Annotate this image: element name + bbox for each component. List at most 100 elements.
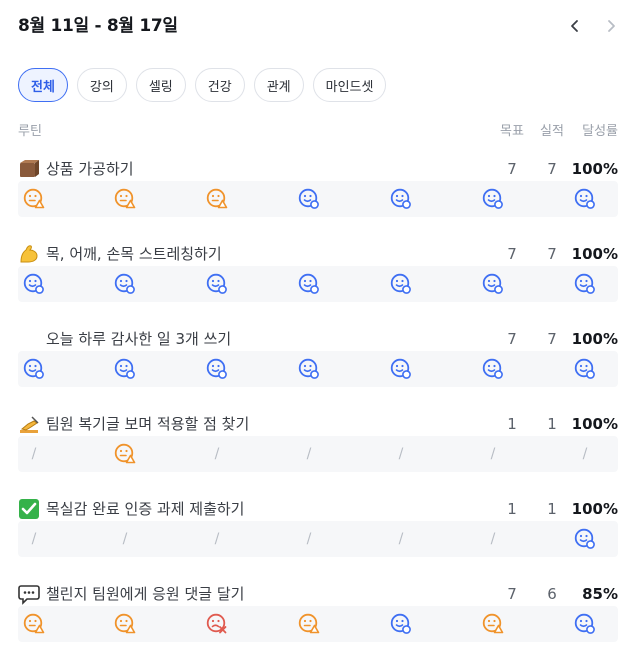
empty-day-slash[interactable]: / bbox=[21, 526, 47, 552]
tab-health[interactable]: 건강 bbox=[194, 68, 245, 102]
routine-rate: 100% bbox=[571, 160, 618, 178]
success-face-icon[interactable] bbox=[388, 271, 414, 297]
success-face-icon[interactable] bbox=[388, 611, 414, 637]
routine-row[interactable]: 챌린지 팀원에게 응원 댓글 달기 7 6 85% bbox=[18, 582, 618, 652]
routine-name: 챌린지 팀원에게 응원 댓글 달기 bbox=[46, 585, 245, 603]
success-face-icon[interactable] bbox=[296, 356, 322, 382]
success-face-icon[interactable] bbox=[21, 356, 47, 382]
tab-mindset[interactable]: 마인드셋 bbox=[312, 68, 387, 102]
partial-face-icon[interactable] bbox=[112, 186, 138, 212]
column-actual: 실적 bbox=[540, 124, 564, 139]
routine-name: 목, 어깨, 손목 스트레칭하기 bbox=[46, 245, 222, 263]
routine-rate: 100% bbox=[571, 500, 618, 518]
empty-day-slash[interactable]: / bbox=[204, 441, 230, 467]
success-face-icon[interactable] bbox=[204, 356, 230, 382]
empty-day-slash[interactable]: / bbox=[296, 526, 322, 552]
partial-face-icon[interactable] bbox=[112, 441, 138, 467]
week-title: 8월 11일 - 8월 17일 bbox=[18, 16, 178, 36]
routine-header: 목, 어깨, 손목 스트레칭하기 7 7 100% bbox=[18, 242, 618, 266]
routine-rate: 100% bbox=[571, 415, 618, 433]
routine-goal: 7 bbox=[507, 330, 517, 348]
routine-actual: 1 bbox=[547, 500, 557, 518]
speech-bubble-icon bbox=[18, 583, 40, 605]
success-face-icon[interactable] bbox=[204, 271, 230, 297]
week-header: 8월 11일 - 8월 17일 bbox=[18, 12, 622, 40]
success-face-icon[interactable] bbox=[480, 271, 506, 297]
success-face-icon[interactable] bbox=[480, 186, 506, 212]
routine-actual: 7 bbox=[547, 330, 557, 348]
empty-day-slash[interactable]: / bbox=[572, 441, 598, 467]
success-face-icon[interactable] bbox=[388, 356, 414, 382]
routine-row[interactable]: 목실감 완료 인증 과제 제출하기 1 1 100% / / / / / / bbox=[18, 497, 618, 567]
routine-name: 상품 가공하기 bbox=[46, 160, 134, 178]
routine-goal: 1 bbox=[507, 500, 517, 518]
success-face-icon[interactable] bbox=[572, 271, 598, 297]
partial-face-icon[interactable] bbox=[112, 611, 138, 637]
writing-hand-icon bbox=[18, 413, 40, 435]
routine-actual: 6 bbox=[547, 585, 557, 603]
routine-goal: 7 bbox=[507, 160, 517, 178]
column-rate: 달성률 bbox=[582, 124, 618, 139]
partial-face-icon[interactable] bbox=[21, 186, 47, 212]
column-routine: 루틴 bbox=[18, 124, 42, 139]
day-status-strip: / / / / / / bbox=[18, 436, 618, 472]
day-status-strip bbox=[18, 351, 618, 387]
empty-day-slash[interactable]: / bbox=[388, 441, 414, 467]
routine-goal: 7 bbox=[507, 245, 517, 263]
routine-name: 목실감 완료 인증 과제 제출하기 bbox=[46, 500, 245, 518]
empty-day-slash[interactable]: / bbox=[112, 526, 138, 552]
empty-day-slash[interactable]: / bbox=[21, 441, 47, 467]
routine-actual: 7 bbox=[547, 160, 557, 178]
partial-face-icon[interactable] bbox=[21, 611, 47, 637]
empty-day-slash[interactable]: / bbox=[480, 441, 506, 467]
success-face-icon[interactable] bbox=[21, 271, 47, 297]
routine-rate: 85% bbox=[582, 585, 618, 603]
tab-relationship[interactable]: 관계 bbox=[253, 68, 304, 102]
partial-face-icon[interactable] bbox=[296, 611, 322, 637]
missed-face-icon[interactable] bbox=[204, 611, 230, 637]
empty-day-slash[interactable]: / bbox=[480, 526, 506, 552]
category-tabs: 전체 강의 셀링 건강 관계 마인드셋 bbox=[18, 68, 387, 102]
routine-rate: 100% bbox=[571, 330, 618, 348]
routine-row[interactable]: 목, 어깨, 손목 스트레칭하기 7 7 100% bbox=[18, 242, 618, 312]
routine-actual: 1 bbox=[547, 415, 557, 433]
tab-lecture[interactable]: 강의 bbox=[76, 68, 127, 102]
success-face-icon[interactable] bbox=[480, 356, 506, 382]
empty-day-slash[interactable]: / bbox=[204, 526, 230, 552]
tab-selling[interactable]: 셀링 bbox=[135, 68, 186, 102]
routine-rate: 100% bbox=[571, 245, 618, 263]
routine-goal: 1 bbox=[507, 415, 517, 433]
check-box-icon bbox=[18, 498, 40, 520]
column-header: 루틴 목표 실적 달성률 bbox=[18, 120, 618, 139]
success-face-icon[interactable] bbox=[572, 526, 598, 552]
routine-row[interactable]: 팀원 복기글 보며 적용할 점 찾기 1 1 100% / / / / / / bbox=[18, 412, 618, 482]
empty-day-slash[interactable]: / bbox=[296, 441, 322, 467]
success-face-icon[interactable] bbox=[296, 186, 322, 212]
success-face-icon[interactable] bbox=[572, 186, 598, 212]
routine-row[interactable]: 오늘 하루 감사한 일 3개 쓰기 7 7 100% bbox=[18, 327, 618, 397]
box-icon bbox=[18, 158, 40, 180]
success-face-icon[interactable] bbox=[112, 356, 138, 382]
tab-all[interactable]: 전체 bbox=[18, 68, 68, 102]
success-face-icon[interactable] bbox=[112, 271, 138, 297]
routine-row[interactable]: 상품 가공하기 7 7 100% bbox=[18, 157, 618, 227]
routine-name: 오늘 하루 감사한 일 3개 쓰기 bbox=[46, 330, 232, 348]
chevron-left-icon[interactable] bbox=[564, 12, 586, 40]
column-goal: 목표 bbox=[500, 124, 524, 139]
success-face-icon[interactable] bbox=[572, 611, 598, 637]
routine-header: 상품 가공하기 7 7 100% bbox=[18, 157, 618, 181]
day-status-strip bbox=[18, 266, 618, 302]
week-nav bbox=[564, 12, 622, 40]
empty-day-slash[interactable]: / bbox=[388, 526, 414, 552]
routine-header: 목실감 완료 인증 과제 제출하기 1 1 100% bbox=[18, 497, 618, 521]
flexed-biceps-icon bbox=[18, 243, 40, 265]
day-status-strip bbox=[18, 181, 618, 217]
day-status-strip bbox=[18, 606, 618, 642]
success-face-icon[interactable] bbox=[296, 271, 322, 297]
chevron-right-icon[interactable] bbox=[600, 12, 622, 40]
success-face-icon[interactable] bbox=[388, 186, 414, 212]
success-face-icon[interactable] bbox=[572, 356, 598, 382]
partial-face-icon[interactable] bbox=[204, 186, 230, 212]
partial-face-icon[interactable] bbox=[480, 611, 506, 637]
routine-name: 팀원 복기글 보며 적용할 점 찾기 bbox=[46, 415, 250, 433]
